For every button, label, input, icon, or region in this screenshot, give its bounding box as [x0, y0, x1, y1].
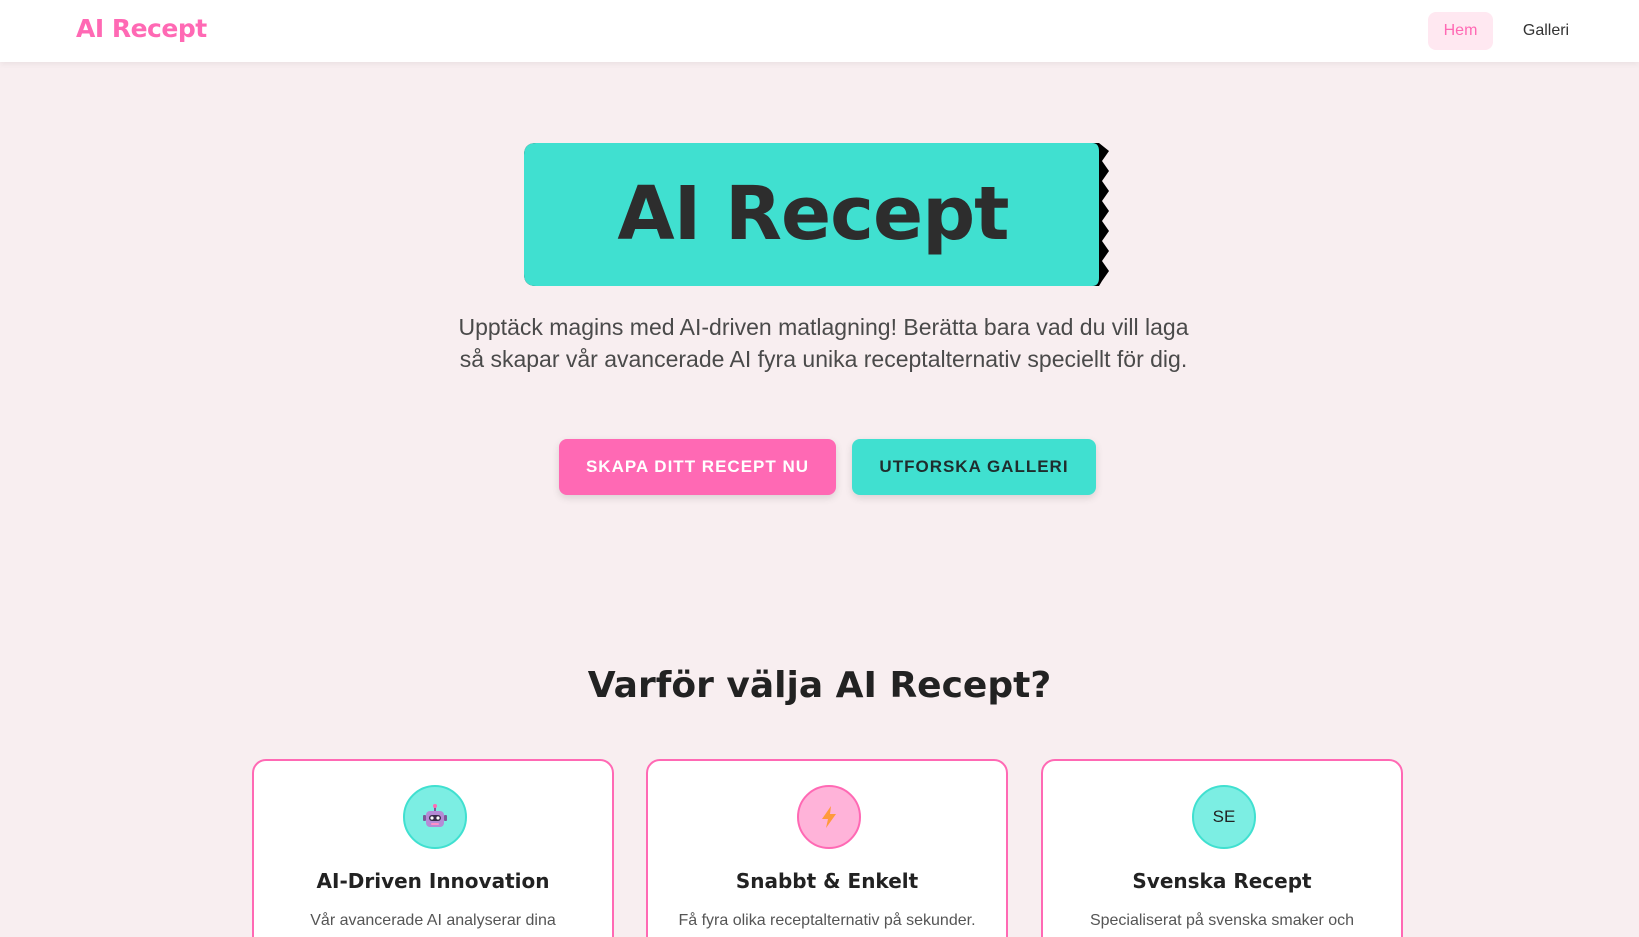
feature-card-text: Vår avancerade AI analyserar dina önskem…: [310, 912, 556, 929]
feature-card-title: Svenska Recept: [1132, 869, 1312, 893]
feature-card-text: Specialiserat på svenska smaker och ingr…: [1089, 912, 1355, 929]
explore-gallery-button[interactable]: UTFORSKA GALLERI: [852, 439, 1096, 495]
top-navbar: AI Recept Hem Galleri: [0, 0, 1639, 62]
feature-card-ai: AI-Driven Innovation Vår avancerade AI a…: [252, 759, 614, 937]
hero-title: AI Recept: [617, 171, 1009, 257]
feature-card-title: Snabbt & Enkelt: [735, 869, 919, 893]
nav-link-home[interactable]: Hem: [1428, 12, 1493, 50]
lightning-icon: [797, 785, 861, 849]
feature-card-text: Få fyra olika receptalternativ på sekund…: [678, 912, 976, 929]
se-badge-text: SE: [1212, 807, 1236, 826]
hero-subtitle: Upptäck magins med AI-driven matlagning!…: [458, 314, 1189, 372]
se-badge-icon: SE: [1192, 785, 1256, 849]
feature-card-title: AI-Driven Innovation: [316, 869, 550, 893]
features-title: Varför välja AI Recept?: [587, 665, 1052, 706]
nav-link-gallery[interactable]: Galleri: [1501, 12, 1591, 50]
hero-title-banner: AI Recept: [524, 143, 1117, 286]
feature-card-swedish: SE Svenska Recept Specialiserat på svens…: [1041, 759, 1403, 937]
feature-card-fast: Snabbt & Enkelt Få fyra olika receptalte…: [646, 759, 1008, 937]
create-recipe-button[interactable]: SKAPA DITT RECEPT NU: [559, 439, 836, 495]
brand-logo[interactable]: AI Recept: [76, 14, 207, 43]
robot-icon: [403, 785, 467, 849]
